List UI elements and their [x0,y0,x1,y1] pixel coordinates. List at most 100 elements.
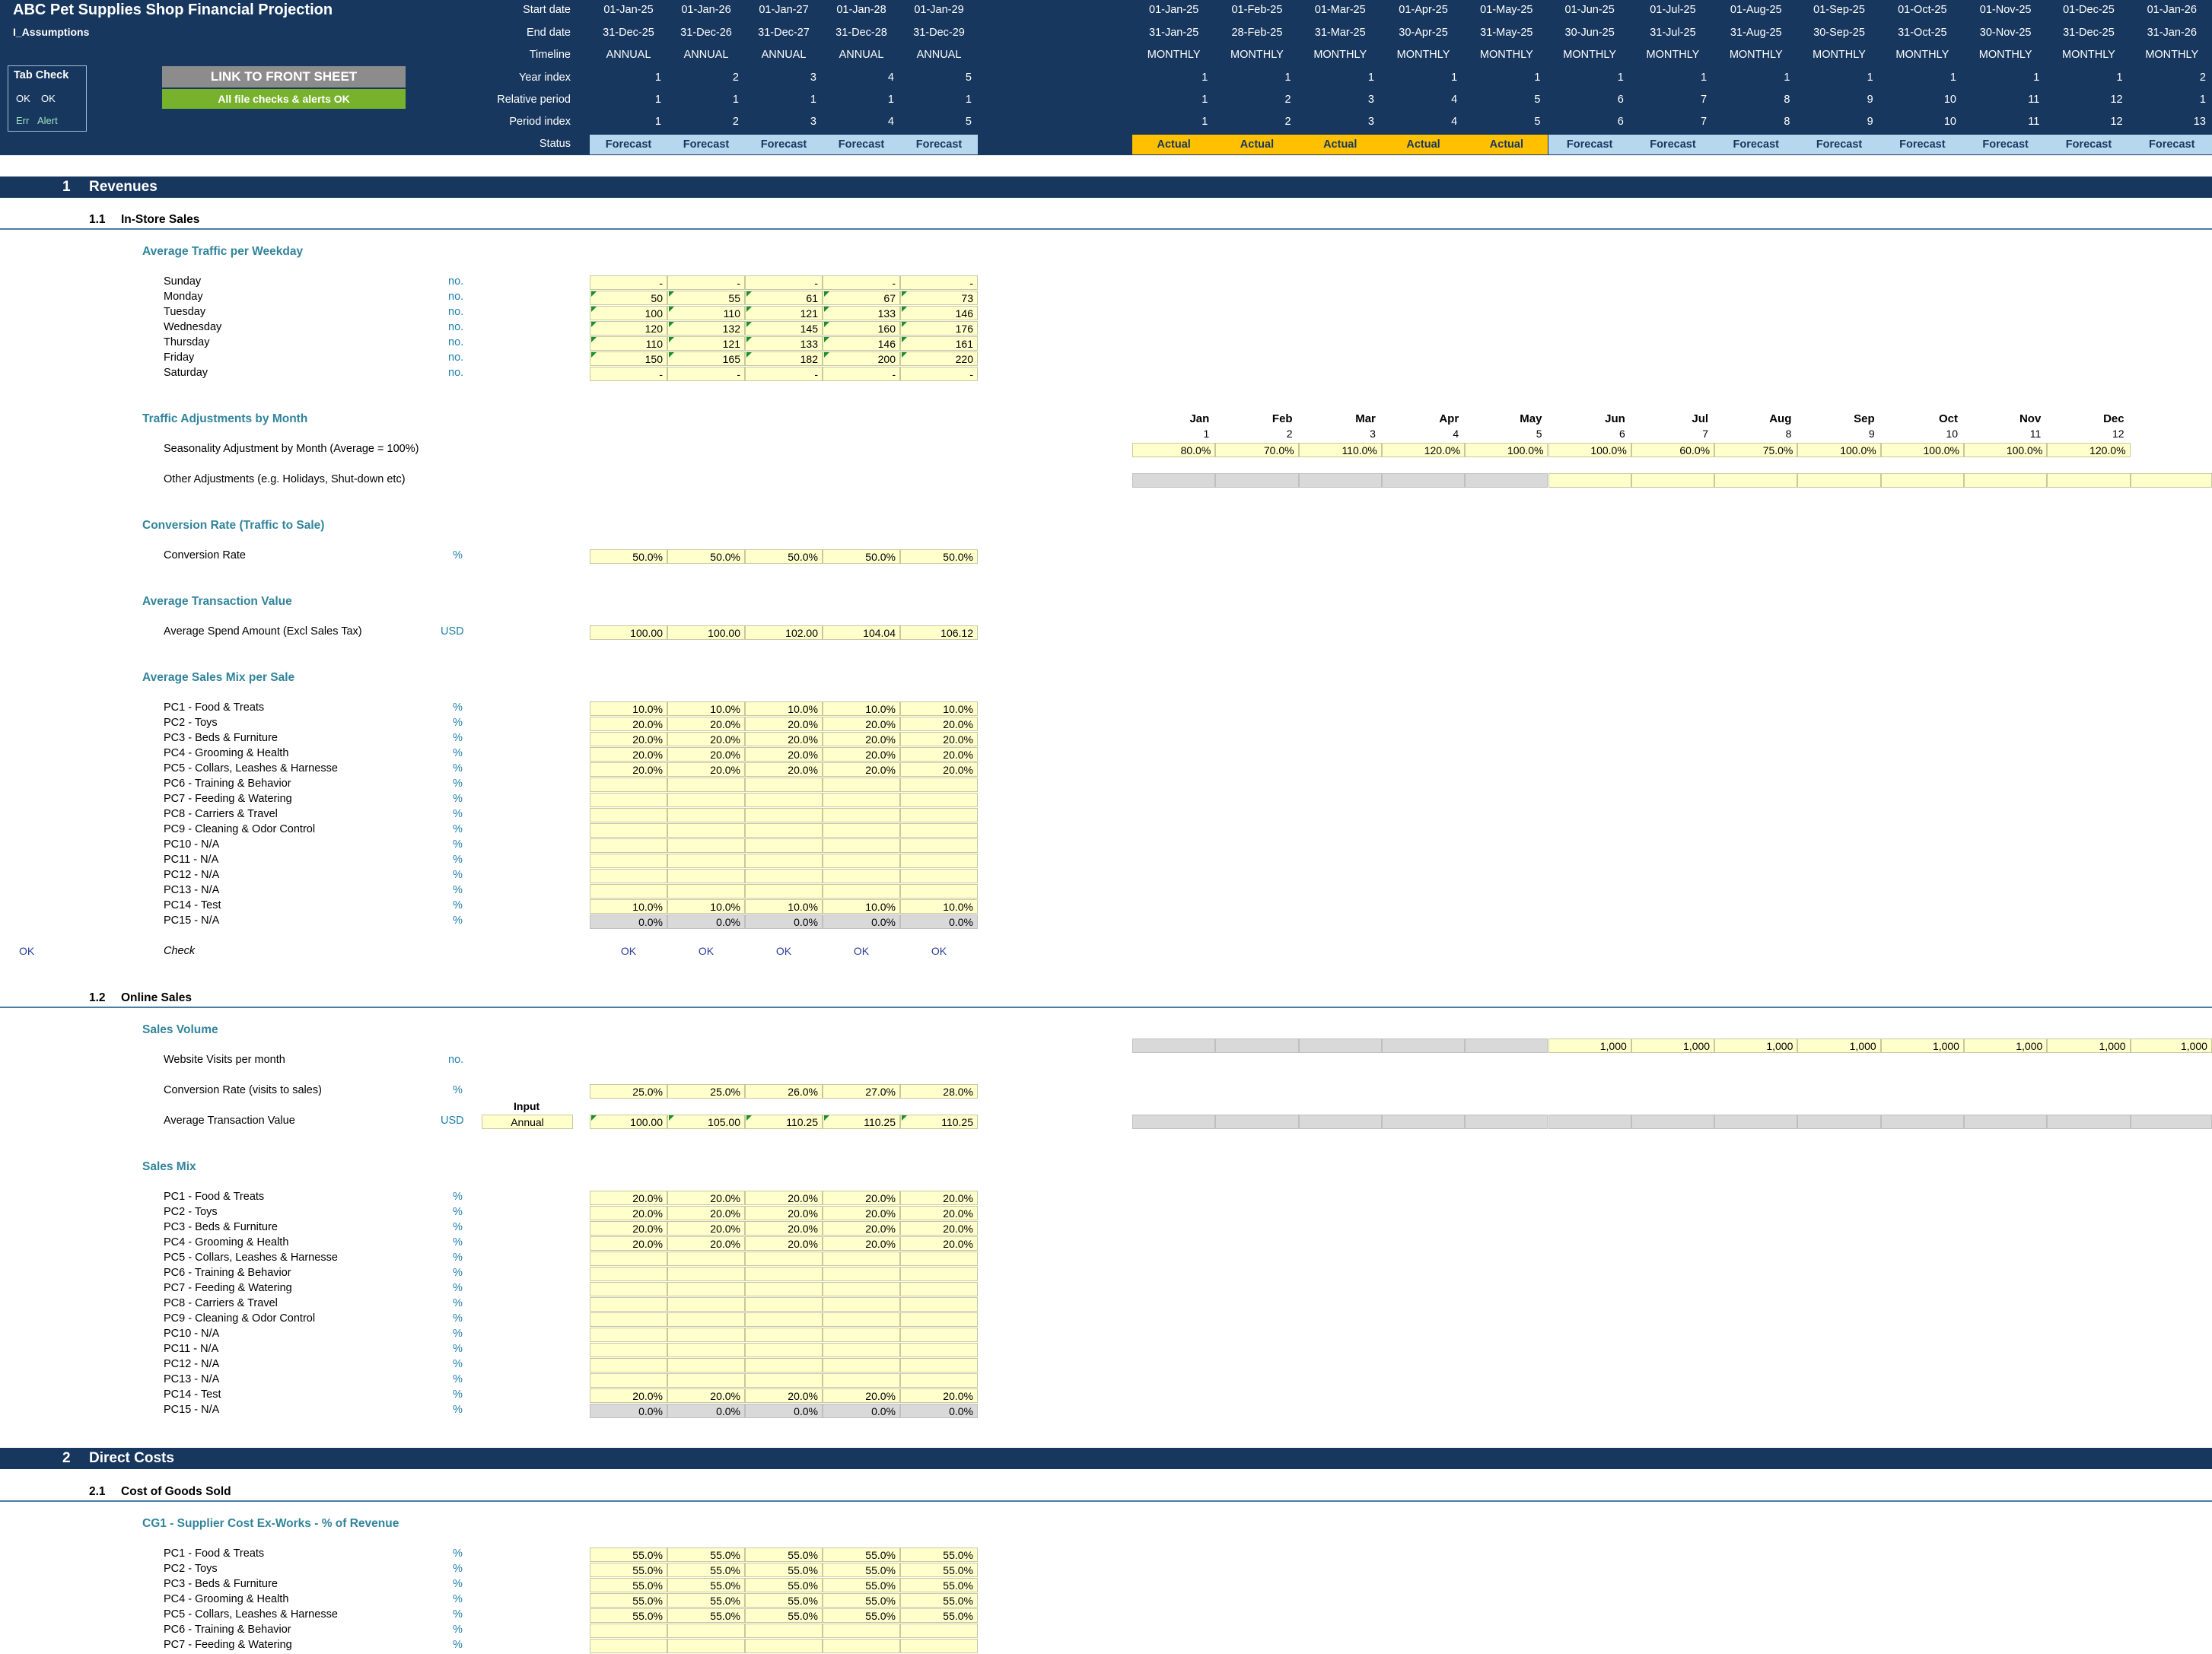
store-mix-cell[interactable] [590,793,667,807]
online-mix-cell[interactable] [823,1373,900,1388]
cogs-cell[interactable]: 55.0% [745,1547,823,1562]
store-mix-cell[interactable] [667,869,745,883]
traffic-cell[interactable]: 67 [823,291,900,305]
store-mix-cell[interactable] [823,793,900,807]
seasonality-cell[interactable]: 100.0% [1465,443,1548,457]
seasonality-cell[interactable]: 100.0% [1964,443,2048,457]
store-mix-cell[interactable] [667,854,745,868]
traffic-cell[interactable]: 121 [667,336,745,351]
online-mix-cell[interactable]: 20.0% [667,1206,745,1220]
online-mix-cell[interactable] [900,1267,978,1281]
store-mix-cell[interactable] [745,869,823,883]
online-mix-cell[interactable]: 20.0% [823,1236,900,1251]
seasonality-cell[interactable]: 60.0% [1631,443,1715,457]
store-mix-cell[interactable]: 20.0% [900,717,978,731]
traffic-cell[interactable]: 133 [745,336,823,351]
conversion-cell[interactable]: 50.0% [745,549,823,564]
store-mix-cell[interactable] [745,808,823,822]
cogs-cell[interactable] [823,1639,900,1653]
store-mix-cell[interactable]: 10.0% [900,899,978,914]
online-mix-cell[interactable] [590,1282,667,1296]
store-mix-cell[interactable]: 10.0% [667,701,745,716]
other-adjustment-cell[interactable] [1631,473,1715,488]
online-mix-cell[interactable] [745,1312,823,1327]
store-mix-cell[interactable]: 20.0% [823,747,900,762]
cogs-cell[interactable]: 55.0% [745,1578,823,1592]
store-mix-cell[interactable] [823,823,900,838]
seasonality-cell[interactable]: 100.0% [1797,443,1881,457]
online-mix-cell[interactable]: 20.0% [900,1206,978,1220]
website-visits-cell[interactable]: 1,000 [1964,1039,2048,1053]
cogs-cell[interactable]: 55.0% [590,1608,667,1623]
online-mix-cell[interactable] [900,1373,978,1388]
online-mix-cell[interactable]: 20.0% [823,1388,900,1403]
traffic-cell[interactable]: 150 [590,351,667,366]
store-mix-cell[interactable] [590,854,667,868]
store-mix-cell[interactable]: 10.0% [823,899,900,914]
traffic-cell[interactable]: 50 [590,291,667,305]
online-mix-cell[interactable]: 20.0% [823,1221,900,1236]
store-mix-cell[interactable]: 20.0% [745,762,823,777]
cogs-cell[interactable]: 55.0% [823,1563,900,1577]
online-mix-cell[interactable] [900,1343,978,1357]
cogs-cell[interactable]: 55.0% [745,1608,823,1623]
input-frequency-select[interactable]: Annual [482,1115,573,1129]
traffic-cell[interactable]: 146 [823,336,900,351]
online-mix-cell[interactable]: 20.0% [745,1388,823,1403]
store-mix-cell[interactable]: 20.0% [823,762,900,777]
traffic-cell[interactable]: 220 [900,351,978,366]
traffic-cell[interactable]: - [900,275,978,290]
store-mix-cell[interactable]: 20.0% [667,762,745,777]
online-mix-cell[interactable] [667,1373,745,1388]
traffic-cell[interactable]: 61 [745,291,823,305]
seasonality-cell[interactable]: 120.0% [2047,443,2131,457]
online-mix-cell[interactable] [823,1312,900,1327]
spend-amount-cell[interactable]: 102.00 [745,625,823,640]
cogs-cell[interactable] [590,1624,667,1638]
traffic-cell[interactable]: 161 [900,336,978,351]
traffic-cell[interactable]: 133 [823,306,900,320]
cogs-cell[interactable]: 55.0% [667,1563,745,1577]
online-atv-cell[interactable]: 110.25 [745,1115,823,1129]
store-mix-cell[interactable]: 20.0% [590,747,667,762]
seasonality-cell[interactable]: 75.0% [1714,443,1798,457]
store-mix-cell[interactable]: 20.0% [667,747,745,762]
online-mix-cell[interactable] [667,1358,745,1373]
cogs-cell[interactable]: 55.0% [667,1593,745,1608]
traffic-cell[interactable]: 73 [900,291,978,305]
website-visits-cell[interactable]: 1,000 [2047,1039,2131,1053]
traffic-cell[interactable]: 100 [590,306,667,320]
store-mix-cell[interactable] [667,793,745,807]
traffic-cell[interactable]: - [900,367,978,381]
store-mix-cell[interactable]: 20.0% [745,747,823,762]
online-conversion-cell[interactable]: 26.0% [745,1084,823,1099]
traffic-cell[interactable]: 176 [900,321,978,336]
store-mix-cell[interactable] [900,884,978,899]
online-mix-cell[interactable] [745,1252,823,1266]
cogs-cell[interactable] [900,1624,978,1638]
store-mix-cell[interactable]: 10.0% [745,899,823,914]
online-mix-cell[interactable] [667,1282,745,1296]
cogs-cell[interactable]: 55.0% [900,1608,978,1623]
online-mix-cell[interactable] [745,1267,823,1281]
seasonality-cell[interactable]: 80.0% [1132,443,1216,457]
online-mix-cell[interactable] [667,1343,745,1357]
seasonality-cell[interactable]: 70.0% [1215,443,1299,457]
other-adjustment-cell[interactable] [1548,473,1631,488]
cogs-cell[interactable] [667,1624,745,1638]
online-mix-cell[interactable] [590,1252,667,1266]
online-mix-cell[interactable] [823,1328,900,1342]
other-adjustment-cell[interactable] [2130,473,2212,488]
store-mix-cell[interactable] [590,884,667,899]
online-mix-cell[interactable] [667,1267,745,1281]
online-conversion-cell[interactable]: 25.0% [667,1084,745,1099]
online-mix-cell[interactable]: 20.0% [667,1191,745,1205]
store-mix-cell[interactable]: 10.0% [900,701,978,716]
store-mix-cell[interactable] [900,838,978,853]
store-mix-cell[interactable] [590,869,667,883]
cogs-cell[interactable]: 55.0% [900,1578,978,1592]
cogs-cell[interactable] [590,1639,667,1653]
traffic-cell[interactable]: 110 [667,306,745,320]
online-mix-cell[interactable] [667,1312,745,1327]
store-mix-cell[interactable] [823,884,900,899]
